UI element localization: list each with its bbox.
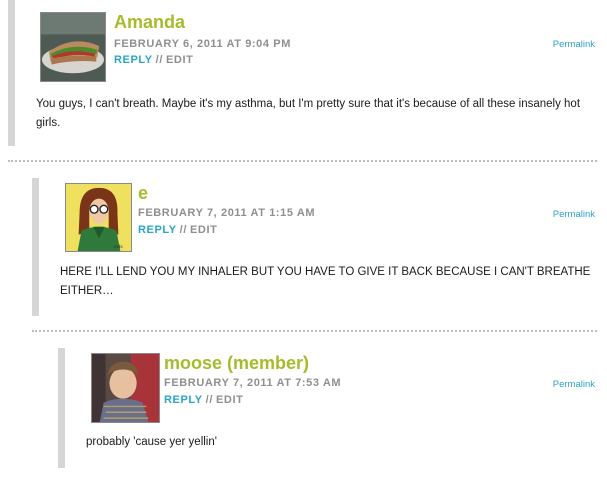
reply-link[interactable]: REPLY xyxy=(114,54,153,66)
comment-text: You guys, I can't breath. Maybe it's my … xyxy=(36,98,581,129)
action-separator: // xyxy=(155,54,163,66)
comment-e: mds e FEBRUARY 7, 2011 AT 1:15 AM REPLY /… xyxy=(32,178,607,318)
action-separator: // xyxy=(179,224,187,236)
cartoon-girl-avatar[interactable]: mds xyxy=(65,183,132,252)
comment-date[interactable]: FEBRUARY 7, 2011 AT 1:15 AM xyxy=(138,206,315,220)
svg-text:mds: mds xyxy=(114,244,124,250)
comment-actions: REPLY//EDIT xyxy=(138,223,217,237)
comment-actions: REPLY//EDIT xyxy=(114,53,193,67)
comment-indent-bar xyxy=(58,348,65,468)
edit-link[interactable]: EDIT xyxy=(190,224,217,236)
reply-link[interactable]: REPLY xyxy=(138,224,177,236)
sandwich-photo-avatar[interactable] xyxy=(40,12,106,82)
permalink-link[interactable]: Permalink xyxy=(553,379,595,391)
action-separator: // xyxy=(205,394,213,406)
comment-date[interactable]: FEBRUARY 7, 2011 AT 7:53 AM xyxy=(164,376,341,390)
comment-text: probably 'cause yer yellin' xyxy=(86,436,217,448)
comment-author[interactable]: moose (member) xyxy=(164,353,309,373)
comment-indent-bar xyxy=(32,178,39,316)
comment-indent-bar xyxy=(8,0,15,146)
comment-date[interactable]: FEBRUARY 6, 2011 AT 9:04 PM xyxy=(114,37,291,51)
comment-actions: REPLY//EDIT xyxy=(164,393,243,407)
comment-amanda: Amanda FEBRUARY 6, 2011 AT 9:04 PM REPLY… xyxy=(8,0,607,150)
comment-author[interactable]: Amanda xyxy=(114,12,185,32)
comment-moose: moose (member) FEBRUARY 7, 2011 AT 7:53 … xyxy=(58,348,607,470)
comment-divider xyxy=(8,160,597,162)
person-photo-avatar[interactable] xyxy=(91,353,160,423)
permalink-link[interactable]: Permalink xyxy=(553,39,595,51)
permalink-link[interactable]: Permalink xyxy=(553,209,595,221)
edit-link[interactable]: EDIT xyxy=(166,54,193,66)
comment-author[interactable]: e xyxy=(138,183,148,203)
edit-link[interactable]: EDIT xyxy=(216,394,243,406)
comment-divider xyxy=(32,330,597,332)
comment-text: HERE I'LL LEND YOU MY INHALER BUT YOU HA… xyxy=(60,266,591,297)
comment-thread: Amanda FEBRUARY 6, 2011 AT 9:04 PM REPLY… xyxy=(0,0,607,483)
reply-link[interactable]: REPLY xyxy=(164,394,203,406)
